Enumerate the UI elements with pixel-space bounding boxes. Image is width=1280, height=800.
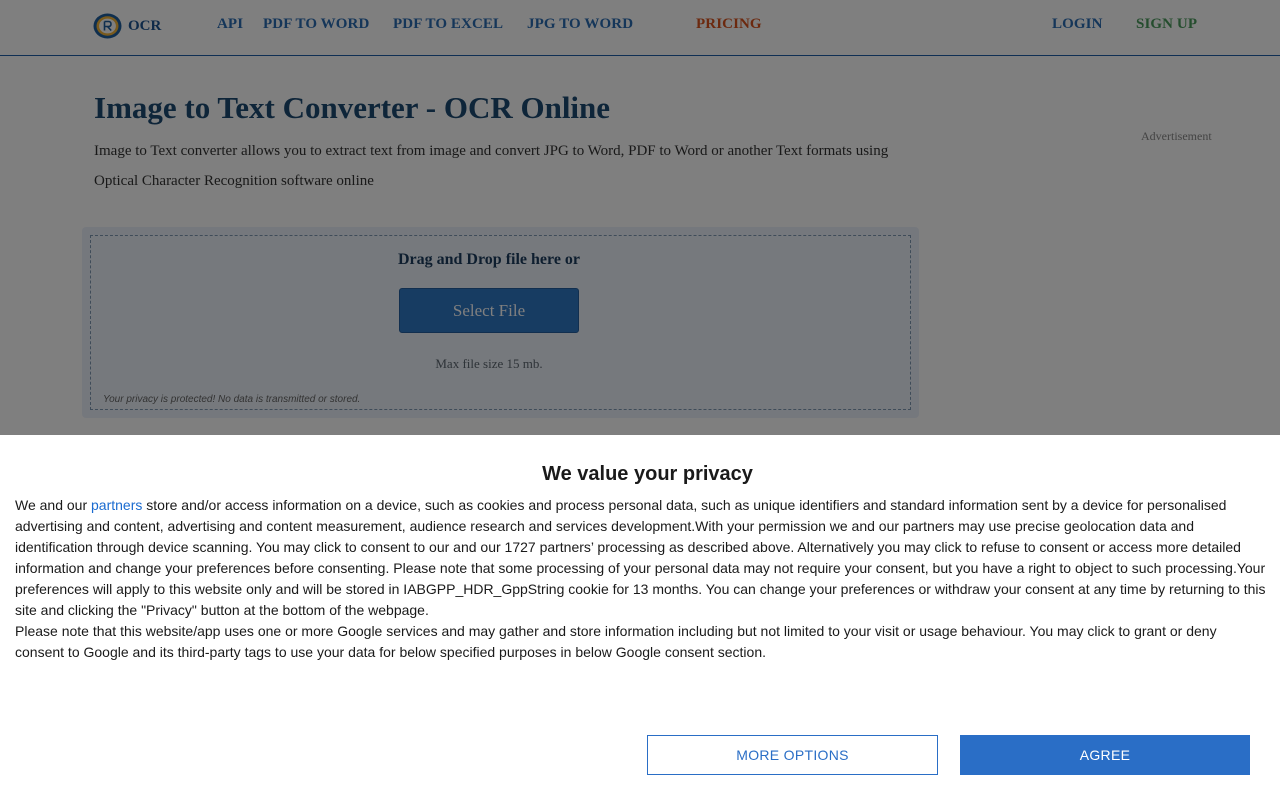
partners-link[interactable]: partners [91,497,142,513]
consent-body: We and our partners store and/or access … [15,495,1267,663]
consent-title: We value your privacy [542,463,753,485]
consent-text-prefix: We and our [15,497,92,513]
agree-button[interactable]: AGREE [960,735,1250,775]
consent-text-main: store and/or access information on a dev… [15,497,1266,618]
privacy-consent-dialog: We value your privacy We and our partner… [0,435,1280,800]
consent-text-google: Please note that this website/app uses o… [15,623,1217,660]
more-options-button[interactable]: MORE OPTIONS [647,735,938,775]
